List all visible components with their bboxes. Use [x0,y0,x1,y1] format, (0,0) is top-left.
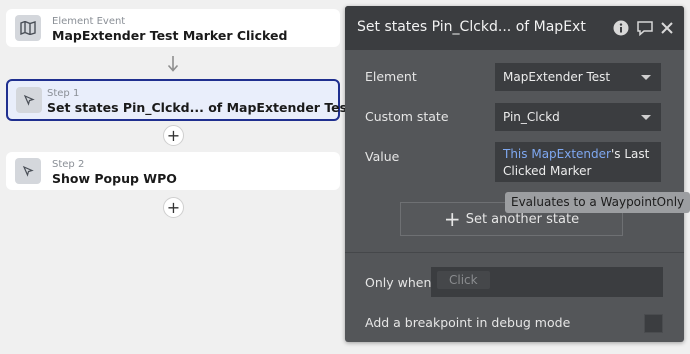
panel-header: Set states Pin_Clckd... of MapExt [345,6,684,50]
step-2-label: Step 2 [52,159,85,170]
step-2-title: Show Popup WPO [52,171,177,186]
divider [345,252,684,253]
event-type: Element Event [52,16,126,27]
breakpoint-label: Add a breakpoint in debug mode [365,315,571,330]
add-step-button[interactable]: + [163,197,184,218]
custom-state-label: Custom state [365,109,449,124]
chevron-down-icon [641,75,651,80]
event-card[interactable]: Element Event MapExtender Test Marker Cl… [6,9,340,47]
add-step-button[interactable]: + [163,125,184,146]
element-label: Element [365,69,417,84]
custom-state-value: Pin_Clckd [503,110,560,124]
custom-state-dropdown[interactable]: Pin_Clckd [495,103,661,131]
plus-icon: + [443,207,461,231]
map-icon [15,15,41,41]
info-icon[interactable] [613,20,629,36]
step-1-title: Set states Pin_Clckd... of MapExtender T… [47,100,354,115]
cursor-arrow-icon [15,158,41,184]
only-when-placeholder[interactable]: Click [437,271,490,289]
breakpoint-checkbox[interactable] [644,314,663,333]
set-another-state-label: Set another state [465,211,580,227]
event-title: MapExtender Test Marker Clicked [52,28,288,43]
close-icon[interactable] [661,22,673,34]
panel-title: Set states Pin_Clckd... of MapExt [357,19,586,35]
comment-icon[interactable] [636,20,654,36]
step-1-card[interactable]: Step 1 Set states Pin_Clckd... of MapExt… [6,79,353,121]
evaluation-tooltip: Evaluates to a WaypointOnly [505,192,690,213]
only-when-field[interactable]: Click [431,267,663,297]
step-2-card[interactable]: Step 2 Show Popup WPO [6,152,340,190]
step-1-label: Step 1 [47,88,80,99]
dynamic-expression-source[interactable]: This MapExtender [503,147,611,161]
value-expression-field[interactable]: This MapExtender's Last Clicked Marker [495,142,661,182]
only-when-label: Only when [365,275,432,290]
chevron-down-icon [641,115,651,120]
property-editor-panel: Set states Pin_Clckd... of MapExt Elemen… [345,6,690,342]
cursor-arrow-icon [16,87,42,113]
arrow-down-icon [167,56,179,72]
element-value: MapExtender Test [503,70,611,84]
element-dropdown[interactable]: MapExtender Test [495,63,661,91]
value-label: Value [365,149,400,164]
